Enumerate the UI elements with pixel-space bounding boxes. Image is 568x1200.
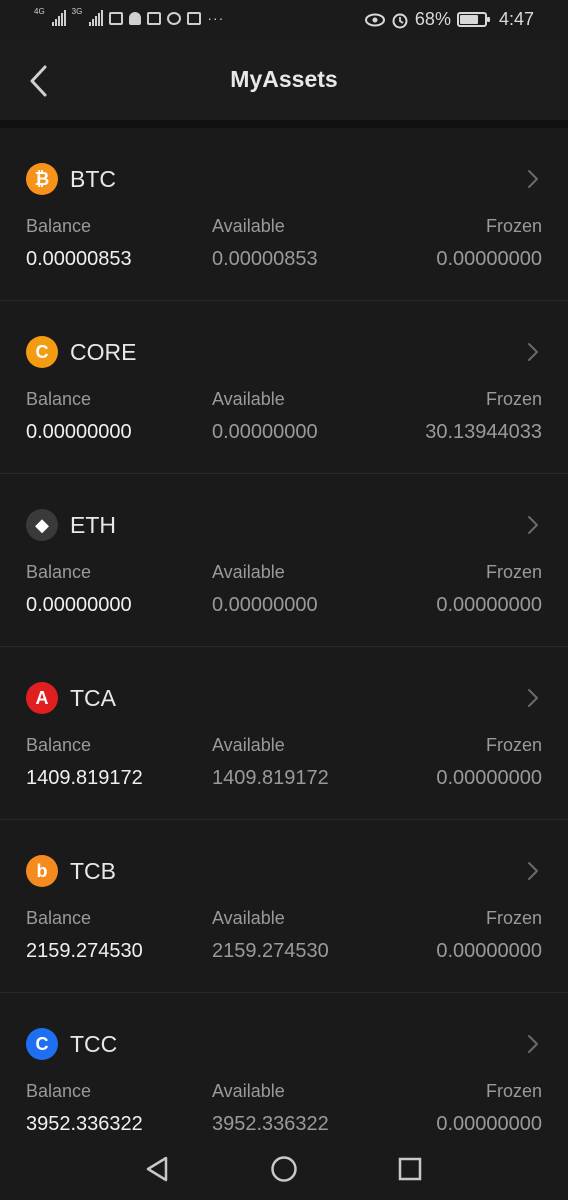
ethereum-icon: ◆ <box>26 509 58 541</box>
asset-card-btc[interactable]: ₿ BTC Balance Available Frozen 0.0000085… <box>0 128 568 301</box>
eye-comfort-icon <box>364 13 385 26</box>
available-label: Available <box>212 562 285 582</box>
circle-home-icon <box>271 1156 297 1182</box>
tca-icon: A <box>26 682 58 714</box>
network-type-2: 3G <box>71 7 83 16</box>
available-value: 0.00000000 <box>212 594 318 616</box>
app-header: MyAssets <box>0 42 568 120</box>
available-value: 3952.336322 <box>212 1113 329 1135</box>
frozen-value: 0.00000000 <box>436 767 542 789</box>
core-icon: C <box>26 336 58 368</box>
balance-value: 3952.336322 <box>26 1113 143 1135</box>
balance-label: Balance <box>26 1081 92 1101</box>
bitcoin-icon: ₿ <box>26 163 58 195</box>
chevron-right-icon <box>528 516 538 534</box>
asset-list: ₿ BTC Balance Available Frozen 0.0000085… <box>0 128 568 1136</box>
asset-symbol: TCC <box>70 1031 118 1057</box>
camera-icon <box>147 11 162 25</box>
frozen-value: 0.00000000 <box>436 248 542 270</box>
available-label: Available <box>212 1081 285 1101</box>
balance-label: Balance <box>26 735 92 755</box>
asset-symbol: ETH <box>70 512 116 538</box>
balance-label: Balance <box>26 908 92 928</box>
chevron-right-icon <box>528 170 538 188</box>
nav-home-button[interactable] <box>269 1154 299 1184</box>
app-notification-icon <box>167 11 182 25</box>
available-value: 0.00000000 <box>212 421 318 443</box>
available-value: 1409.819172 <box>212 767 329 789</box>
frozen-value: 0.00000000 <box>436 1113 542 1135</box>
battery-percent: 68% <box>414 9 451 29</box>
frozen-label: Frozen <box>485 562 542 582</box>
more-notifications-icon: ··· <box>207 10 225 26</box>
nav-recents-button[interactable] <box>395 1154 425 1184</box>
asset-card-eth[interactable]: ◆ ETH Balance Available Frozen 0.0000000… <box>0 474 568 647</box>
frozen-label: Frozen <box>485 908 542 928</box>
signal-strength-icon <box>51 10 66 26</box>
asset-card-tcb[interactable]: b TCB Balance Available Frozen 2159.2745… <box>0 820 568 993</box>
chevron-right-icon <box>528 689 538 707</box>
asset-card-tcc[interactable]: C TCC Balance Available Frozen 3952.3363… <box>0 993 568 1136</box>
signal-strength-icon <box>89 10 104 26</box>
balance-value: 0.00000853 <box>26 248 132 270</box>
balance-label: Balance <box>26 562 92 582</box>
asset-card-core[interactable]: C CORE Balance Available Frozen 0.000000… <box>0 301 568 474</box>
frozen-label: Frozen <box>485 216 542 236</box>
available-label: Available <box>212 389 285 409</box>
frozen-value: 30.13944033 <box>425 421 542 443</box>
header-divider <box>0 120 568 128</box>
chevron-right-icon <box>528 862 538 880</box>
status-bar: 4G 3G ··· 68% 4:47 <box>0 0 568 42</box>
frozen-value: 0.00000000 <box>436 594 542 616</box>
balance-value: 0.00000000 <box>26 421 132 443</box>
available-label: Available <box>212 735 285 755</box>
available-label: Available <box>212 908 285 928</box>
nav-back-button[interactable] <box>142 1154 172 1184</box>
square-recents-icon <box>398 1157 422 1181</box>
frozen-value: 0.00000000 <box>436 940 542 962</box>
battery-icon <box>456 12 490 27</box>
asset-symbol: CORE <box>70 339 137 365</box>
balance-value: 1409.819172 <box>26 767 143 789</box>
available-value: 0.00000853 <box>212 248 318 270</box>
asset-symbol: BTC <box>70 166 116 192</box>
balance-value: 2159.274530 <box>26 940 143 962</box>
asset-symbol: TCA <box>70 685 116 711</box>
asset-card-tca[interactable]: A TCA Balance Available Frozen 1409.8191… <box>0 647 568 820</box>
balance-label: Balance <box>26 389 92 409</box>
tcb-icon: b <box>26 855 58 887</box>
triangle-back-icon <box>146 1156 168 1182</box>
balance-value: 0.00000000 <box>26 594 132 616</box>
available-label: Available <box>212 216 285 236</box>
alarm-icon <box>392 13 408 28</box>
frozen-label: Frozen <box>485 389 542 409</box>
available-value: 2159.274530 <box>212 940 329 962</box>
clock: 4:47 <box>498 9 534 29</box>
bell-icon <box>129 11 142 25</box>
tcc-icon: C <box>26 1028 58 1060</box>
frozen-label: Frozen <box>485 735 542 755</box>
chevron-right-icon <box>528 1035 538 1053</box>
page-title: MyAssets <box>230 66 338 92</box>
status-bar-right: 68% 4:47 <box>364 9 534 30</box>
chevron-right-icon <box>528 343 538 361</box>
network-type-1: 4G <box>34 7 45 16</box>
battery-level <box>459 15 478 24</box>
frozen-label: Frozen <box>485 1081 542 1101</box>
status-bar-left: 4G 3G ··· <box>34 7 225 26</box>
message-icon <box>187 11 202 25</box>
asset-symbol: TCB <box>70 858 116 884</box>
balance-label: Balance <box>26 216 92 236</box>
mail-notification-icon <box>109 11 124 25</box>
system-nav-bar <box>0 1136 568 1200</box>
